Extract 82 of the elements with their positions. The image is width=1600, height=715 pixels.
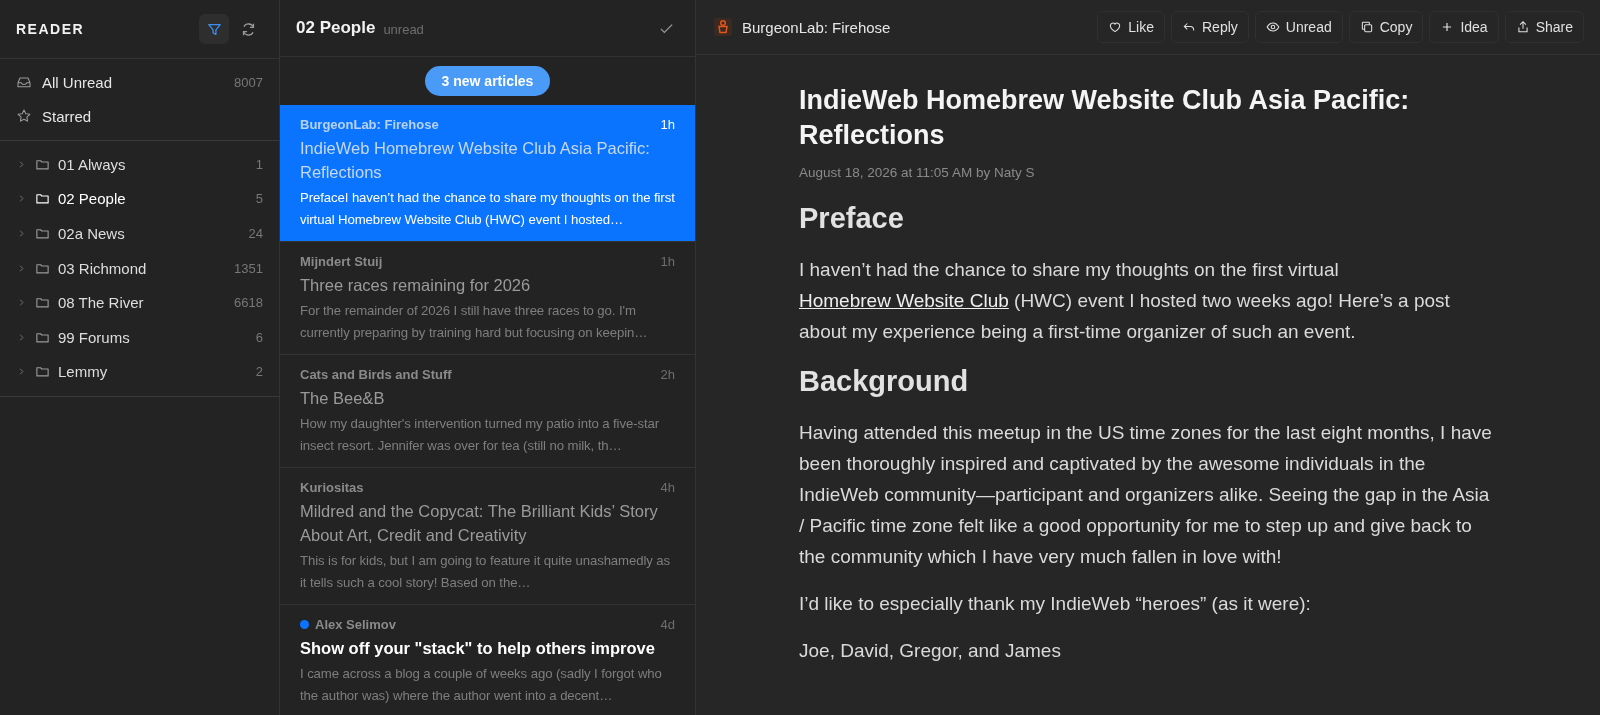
filter-label: unread <box>383 22 425 37</box>
article-item[interactable]: BurgeonLab: Firehose 1h IndieWeb Homebrew Website Club Asia Pacific: Reflections PrefaceI haven’t had the chance to share my thoughts on the first virtual Homebrew Website Club (HWC) event I hosted… <box>280 105 695 242</box>
heart-icon <box>1108 20 1123 34</box>
article-excerpt: This is for kids, but I am going to feature it quite unashamedly as it tells such a cool story! Based on the… <box>300 552 672 592</box>
folder-label: 02a News <box>58 225 126 242</box>
article-title: Show off your "stack" to help others improve <box>300 638 656 659</box>
idea-button[interactable]: Idea <box>1429 11 1499 43</box>
inbox-icon <box>16 74 32 90</box>
paragraph: Having attended this meetup in the US time zones for the last eight months, I have been thoroughly inspired and captivated by the awesome individuals in the IndieWeb community—participant and organizers alike. Seeing the gap in the Asia / Pacific time zone felt like a good opportunity for me to step up and give back to the community which I have very much fallen in love with! <box>799 421 1493 569</box>
reply-button[interactable]: Reply <box>1171 11 1249 43</box>
sidebar-item[interactable]: All Unread 8007 <box>14 65 265 99</box>
article-excerpt: For the remainder of 2026 I still have three races to go. I'm currently preparing by training hard but focusing on keepin… <box>300 302 649 342</box>
text-link[interactable]: Homebrew Website Club <box>799 290 1009 311</box>
article-title: IndieWeb Homebrew Website Club Asia Pacific: Reflections <box>300 138 651 183</box>
app-title: READER <box>16 21 86 37</box>
folder-icon <box>35 364 50 380</box>
filter-button[interactable] <box>199 14 229 44</box>
article-age: 4h <box>660 480 675 495</box>
list-title: 02 People <box>296 18 376 38</box>
article-excerpt: I came across a blog a couple of weeks ago (sadly I forgot who the author was) where the author went into a decent… <box>300 665 663 705</box>
folder-label: 03 Richmond <box>58 259 148 277</box>
sidebar-item[interactable]: Starred <box>14 99 265 133</box>
item-label: All Unread <box>42 73 114 91</box>
folder-label: Lemmy <box>58 363 109 381</box>
unread-button[interactable]: Unread <box>1254 11 1343 43</box>
article-source: Kuriositas <box>300 480 365 495</box>
article-meta: August 18, 2026 at 11:05 AM by Naty S <box>799 165 1036 180</box>
item-label: Starred <box>42 107 93 125</box>
unread-count: 8007 <box>234 74 263 90</box>
folder-item[interactable]: 02a News 24 <box>14 216 265 251</box>
unread-count: 2 <box>255 364 263 380</box>
star-icon <box>16 108 32 124</box>
folder-icon <box>35 191 50 207</box>
folder-item[interactable]: Lemmy 2 <box>14 354 265 390</box>
folder-label: 02 People <box>58 190 127 208</box>
paragraph: Joe, David, Gregor, and James <box>799 639 1062 663</box>
folder-icon <box>35 295 50 311</box>
article-item[interactable]: Alex Selimov 4d Show off your "stack" to help others improve I came across a blog a couple of weeks ago (sadly I forgot who the author was) where the author went into a decent… <box>280 605 695 715</box>
unread-count: 1351 <box>234 260 263 276</box>
folder-label: 99 Forums <box>58 328 131 346</box>
feed-name: BurgeonLab: Firehose <box>742 18 892 36</box>
folder-item[interactable]: 01 Always 1 <box>14 147 265 182</box>
article-item[interactable]: Cats and Birds and Stuff 2h The Bee&B How my daughter's intervention turned my patio into a five-star insect resort. Jennifer was over for tea (still no milk, th… <box>280 355 695 468</box>
article-age: 1h <box>660 117 675 132</box>
folder-label: 01 Always <box>58 155 127 173</box>
article-excerpt: How my daughter's intervention turned my patio into a five-star insect resort. Jennifer was over for tea (still no milk, th… <box>300 415 661 455</box>
unread-count: 6618 <box>234 295 263 311</box>
share-icon <box>1515 20 1530 34</box>
paragraph: I haven’t had the chance to share my thoughts on the first virtual Homebrew Website Club (HWC) event I hosted two weeks ago! Here’s a post about my experience being a first-time organizer of such an event. <box>799 258 1451 344</box>
article-source: Mijndert Stuij <box>300 254 384 269</box>
article-excerpt: PrefaceI haven’t had the chance to share my thoughts on the first virtual Homebrew Website Club (HWC) event I hosted… <box>300 189 675 229</box>
article-title: Three races remaining for 2026 <box>300 275 532 296</box>
folder-item[interactable]: 03 Richmond 1351 <box>14 250 265 286</box>
article-title: The Bee&B <box>300 388 386 409</box>
article-source: Cats and Birds and Stuff <box>300 367 453 382</box>
folder-label: 08 The River <box>58 294 145 312</box>
article-age: 4d <box>660 617 675 632</box>
article-item[interactable]: Mijndert Stuij 1h Three races remaining for 2026 For the remainder of 2026 I still have three races to go. I'm currently preparing by training hard but focusing on keepin… <box>280 242 695 355</box>
article-age: 1h <box>660 254 675 269</box>
folder-item[interactable]: 99 Forums 6 <box>14 319 265 355</box>
unread-count: 5 <box>255 191 263 207</box>
like-button[interactable]: Like <box>1097 11 1165 43</box>
folder-icon <box>35 226 50 241</box>
article-age: 2h <box>660 367 675 382</box>
copy-button[interactable]: Copy <box>1348 11 1424 43</box>
share-button[interactable]: Share <box>1504 11 1584 43</box>
feed-logo-icon <box>714 18 732 36</box>
unread-count: 6 <box>255 329 263 345</box>
folder-item[interactable]: 02 People 5 <box>14 181 265 217</box>
paragraph: I’d like to especially thank my IndieWeb “heroes” (as it were): <box>799 592 1312 616</box>
article-title: Mildred and the Copycat: The Brilliant Kids’ Story About Art, Credit and Creativity <box>300 501 659 546</box>
eye-icon <box>1265 20 1280 34</box>
article-source: Alex Selimov <box>315 617 397 632</box>
section-heading: Preface <box>799 201 905 236</box>
article-source: BurgeonLab: Firehose <box>300 117 440 132</box>
copy-icon <box>1359 20 1374 34</box>
article-heading: IndieWeb Homebrew Website Club Asia Pacific: Reflections <box>799 84 1411 152</box>
section-heading: Background <box>799 364 970 399</box>
folder-item[interactable]: 08 The River 6618 <box>14 285 265 320</box>
unread-count: 1 <box>255 156 263 172</box>
unread-count: 24 <box>248 226 263 241</box>
reply-arrow-icon <box>1182 20 1196 34</box>
